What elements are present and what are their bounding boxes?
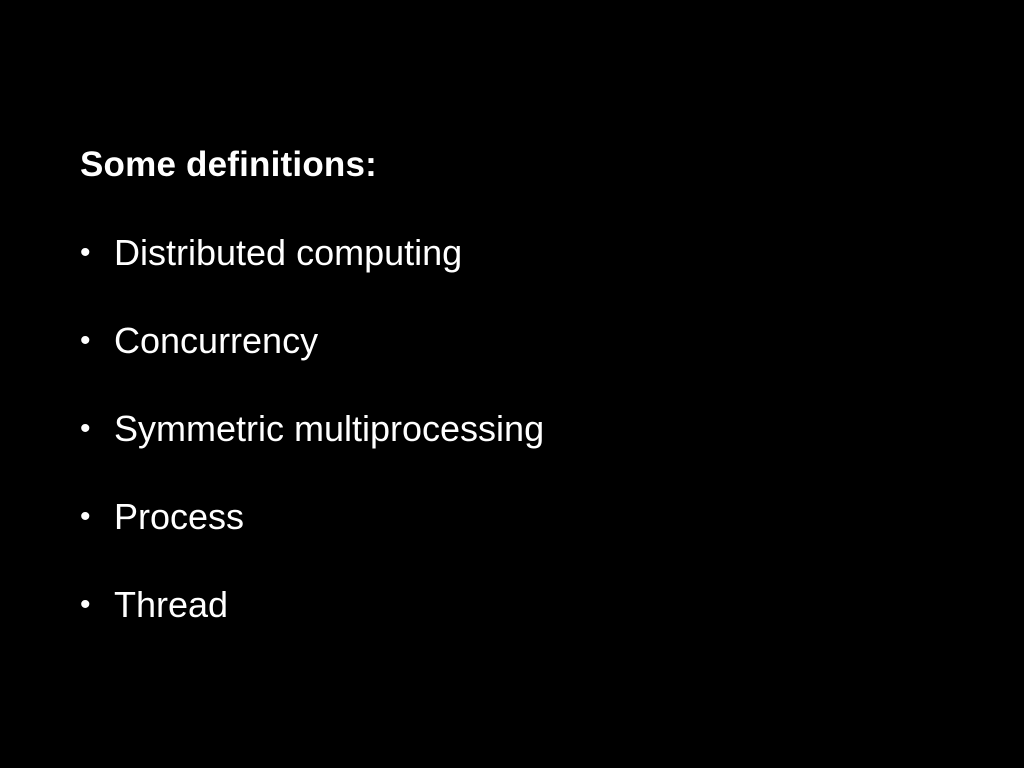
slide: Some definitions: • Distributed computin… bbox=[0, 0, 1024, 768]
list-item-label: Concurrency bbox=[114, 320, 319, 361]
list-item-label: Symmetric multiprocessing bbox=[114, 408, 545, 449]
list-item-label: Thread bbox=[114, 584, 229, 625]
bullet-icon: • bbox=[80, 588, 91, 621]
list-item-label: Distributed computing bbox=[114, 232, 463, 273]
bullet-icon: • bbox=[80, 236, 91, 269]
bullet-icon: • bbox=[80, 324, 91, 357]
slide-heading: Some definitions: bbox=[80, 145, 378, 184]
bullet-icon: • bbox=[80, 412, 91, 445]
bullet-icon: • bbox=[80, 500, 91, 533]
list-item-label: Process bbox=[114, 496, 245, 537]
